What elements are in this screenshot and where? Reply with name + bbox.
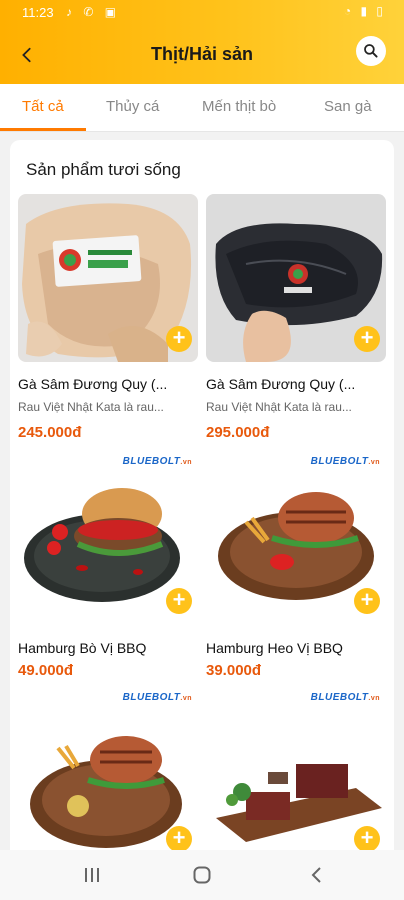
product-price: 245.000đ	[18, 424, 82, 441]
brand-logo: BLUEBOLT.vn	[122, 456, 192, 467]
add-to-cart-button[interactable]: +	[166, 326, 192, 352]
brand-logo: BLUEBOLT.vn	[122, 692, 192, 703]
signal-battery-icons: ◔ ▮ ▯	[343, 4, 386, 18]
product-name: Hamburg Heo Vị BBQ	[206, 640, 343, 656]
tab-chicken[interactable]: San gà	[324, 98, 372, 115]
tab-beef[interactable]: Mến thịt bò	[202, 98, 276, 115]
status-time: 11:23	[22, 5, 54, 20]
add-to-cart-button[interactable]: +	[354, 826, 380, 852]
brand-logo: BLUEBOLT.vn	[310, 456, 380, 467]
product-image: BLUEBOLT.vn	[206, 452, 386, 612]
tab-fish[interactable]: Thủy cá	[106, 98, 159, 115]
product-name: Gà Sâm Đương Quy (...	[206, 376, 356, 392]
add-to-cart-button[interactable]: +	[166, 588, 192, 614]
product-image: BLUEBOLT.vn	[18, 452, 198, 612]
add-to-cart-button[interactable]: +	[354, 326, 380, 352]
search-icon	[364, 44, 378, 58]
section-title: Sản phẩm tươi sống	[26, 160, 181, 179]
chevron-left-icon	[311, 867, 321, 883]
recent-apps-button[interactable]	[72, 862, 112, 888]
system-back-button[interactable]	[296, 862, 336, 888]
search-button[interactable]	[356, 36, 386, 66]
home-icon	[193, 866, 211, 884]
product-description: Rau Việt Nhật Kata là rau...	[206, 400, 352, 414]
home-button[interactable]	[182, 862, 222, 888]
product-name: Hamburg Bò Vị BBQ	[18, 640, 147, 656]
active-tab-indicator	[0, 128, 86, 131]
tab-all[interactable]: Tất cả	[22, 98, 64, 115]
product-price: 295.000đ	[206, 424, 270, 441]
product-price: 39.000đ	[206, 662, 262, 679]
product-panel: Sản phẩm tươi sống + Gà Sâm Đương Quy (.…	[10, 140, 394, 860]
brand-logo: BLUEBOLT.vn	[310, 692, 380, 703]
category-tabs: Tất cả Thủy cá Mến thịt bò San gà	[0, 84, 404, 132]
page-title: Thịt/Hải sản	[150, 44, 253, 64]
product-price: 49.000đ	[18, 662, 74, 679]
notification-icons: ♪ ✆ ▣	[66, 5, 121, 19]
system-nav-bar	[0, 850, 404, 900]
status-bar: 11:23 ♪ ✆ ▣ ◔ ▮ ▯	[0, 0, 404, 26]
app-header: 11:23 ♪ ✆ ▣ ◔ ▮ ▯ Thịt/Hải sản	[0, 0, 404, 84]
product-description: Rau Việt Nhật Kata là rau...	[18, 400, 164, 414]
add-to-cart-button[interactable]: +	[166, 826, 192, 852]
add-to-cart-button[interactable]: +	[354, 588, 380, 614]
recent-apps-icon	[85, 868, 99, 882]
product-name: Gà Sâm Đương Quy (...	[18, 376, 168, 392]
